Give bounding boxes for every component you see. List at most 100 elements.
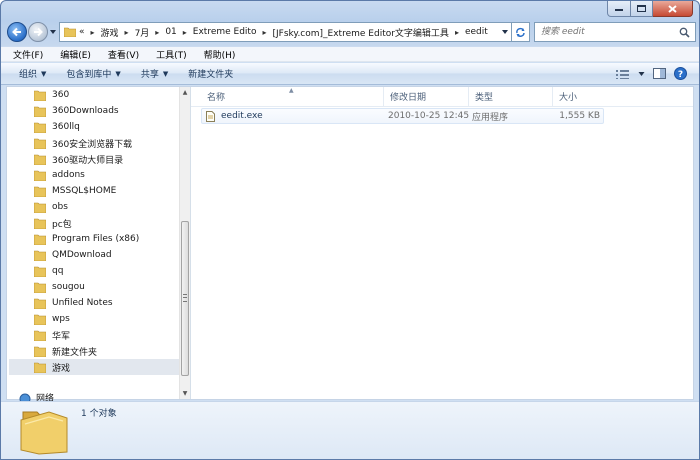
folder-icon <box>34 202 46 213</box>
sort-ascending-icon: ▲ <box>289 87 294 94</box>
help-icon[interactable]: ? <box>674 67 687 80</box>
tree-item[interactable]: 新建文件夹 <box>9 343 179 359</box>
new-folder-button[interactable]: 新建文件夹 <box>188 67 233 80</box>
tree-item-label: MSSQL$HOME <box>52 186 117 196</box>
breadcrumb-separator[interactable]: ▸ <box>455 28 459 37</box>
tree-item-label: 360驱动大师目录 <box>52 155 124 166</box>
tree-item-label: 游戏 <box>52 363 71 374</box>
command-bar-right: ? <box>608 67 687 80</box>
include-in-library-button[interactable]: 包含到库中 ▼ <box>66 67 120 81</box>
svg-text:?: ? <box>678 70 683 80</box>
maximize-button[interactable] <box>631 1 653 17</box>
breadcrumb-separator[interactable]: ▸ <box>262 28 266 37</box>
caption-buttons <box>607 1 693 17</box>
minimize-button[interactable] <box>607 1 631 17</box>
tree-item-selected[interactable]: 游戏 <box>9 359 179 375</box>
tree-item[interactable]: addons <box>9 167 179 183</box>
menu-view[interactable]: 查看(V) <box>108 48 139 61</box>
breadcrumb-separator[interactable]: ▸ <box>91 28 95 37</box>
tree-item[interactable]: MSSQL$HOME <box>9 183 179 199</box>
preview-pane-icon[interactable] <box>653 68 666 79</box>
breadcrumb-separator[interactable]: ▸ <box>125 28 129 37</box>
scroll-down-icon[interactable]: ▼ <box>180 388 190 399</box>
tree-item[interactable]: 360安全浏览器下载 <box>9 135 179 151</box>
tree-item-label: qq <box>52 266 64 276</box>
menu-file[interactable]: 文件(F) <box>13 48 43 61</box>
nav-scrollbar[interactable]: ▲ ▼ <box>179 87 190 399</box>
file-modified: 2010-10-25 12:45 <box>388 111 470 121</box>
view-options-icon[interactable] <box>616 69 630 79</box>
folder-icon <box>34 250 46 261</box>
search-input[interactable] <box>539 26 673 38</box>
tree-item[interactable]: qq <box>9 263 179 279</box>
tree-item-label: pc包 <box>52 219 72 230</box>
recent-pages-dropdown-icon[interactable] <box>49 28 57 36</box>
tree-item[interactable]: obs <box>9 199 179 215</box>
breadcrumb-item[interactable]: eedit <box>465 27 488 37</box>
breadcrumb-separator[interactable]: ▸ <box>155 28 159 37</box>
folder-icon <box>34 314 46 325</box>
tree-item[interactable]: QMDownload <box>9 247 179 263</box>
address-bar[interactable]: « ▸ 游戏 ▸ 7月 ▸ 01 ▸ Extreme Edito ▸ [JFsk… <box>59 22 512 42</box>
view-dropdown-icon[interactable] <box>638 71 645 77</box>
tree-item[interactable]: 360Downloads <box>9 103 179 119</box>
column-type[interactable]: 类型 <box>469 87 553 106</box>
application-file-icon <box>206 110 215 122</box>
details-pane: 1 个对象 <box>1 401 699 459</box>
menu-tools[interactable]: 工具(T) <box>156 48 187 61</box>
scroll-up-icon[interactable]: ▲ <box>180 87 190 98</box>
tree-item[interactable]: 360 <box>9 87 179 103</box>
menu-help[interactable]: 帮助(H) <box>204 48 236 61</box>
column-size[interactable]: 大小 <box>553 87 613 106</box>
breadcrumb-overflow[interactable]: « <box>79 27 85 37</box>
minimize-icon <box>615 8 623 11</box>
tree-item-label: Program Files (x86) <box>52 234 140 244</box>
chevron-down-icon: ▼ <box>162 69 169 78</box>
main-area: 360 360Downloads 360llq 360安全浏览器下载 360驱动… <box>6 86 694 400</box>
column-name-label: 名称 <box>207 93 226 103</box>
file-row[interactable]: eedit.exe 2010-10-25 12:45 应用程序 1,555 KB <box>201 108 604 124</box>
breadcrumb-item[interactable]: 游戏 <box>101 26 119 39</box>
tree-item[interactable]: Program Files (x86) <box>9 231 179 247</box>
back-button[interactable] <box>7 22 27 42</box>
chevron-down-icon: ▼ <box>41 69 47 78</box>
navigation-bar: « ▸ 游戏 ▸ 7月 ▸ 01 ▸ Extreme Edito ▸ [JFsk… <box>7 22 696 44</box>
organize-button[interactable]: 组织 ▼ <box>19 67 47 81</box>
breadcrumb-item[interactable]: Extreme Edito <box>193 27 257 37</box>
column-modified[interactable]: 修改日期 <box>384 87 469 106</box>
tree-item[interactable]: 华军 <box>9 327 179 343</box>
scroll-thumb[interactable] <box>181 221 189 376</box>
forward-button[interactable] <box>28 22 48 42</box>
tree-item[interactable]: sougou <box>9 279 179 295</box>
file-size: 1,555 KB <box>559 111 600 121</box>
menu-edit[interactable]: 编辑(E) <box>60 48 91 61</box>
share-button[interactable]: 共享 ▼ <box>141 67 169 81</box>
tree-item[interactable]: Unfiled Notes <box>9 295 179 311</box>
tree-item[interactable]: 360llq <box>9 119 179 135</box>
file-name: eedit.exe <box>221 111 263 121</box>
folder-icon <box>34 234 46 245</box>
folder-icon <box>34 298 46 309</box>
breadcrumb-separator[interactable]: ▸ <box>183 28 187 37</box>
file-name-cell: eedit.exe <box>206 109 263 123</box>
menu-bar: 文件(F) 编辑(E) 查看(V) 工具(T) 帮助(H) <box>1 47 699 62</box>
maximize-icon <box>637 5 646 12</box>
breadcrumb-item[interactable]: 01 <box>165 27 176 37</box>
folder-icon <box>34 346 46 357</box>
tree-item[interactable]: 360驱动大师目录 <box>9 151 179 167</box>
navigation-pane: 360 360Downloads 360llq 360安全浏览器下载 360驱动… <box>7 87 191 399</box>
breadcrumb-item[interactable]: 7月 <box>135 26 150 39</box>
tree-item-label: Unfiled Notes <box>52 298 113 308</box>
folder-icon <box>20 411 68 455</box>
search-box[interactable] <box>534 22 696 42</box>
file-type: 应用程序 <box>472 112 509 123</box>
search-icon[interactable] <box>679 27 690 38</box>
refresh-button[interactable] <box>512 22 530 42</box>
tree-item[interactable]: pc包 <box>9 215 179 231</box>
close-button[interactable] <box>653 1 693 17</box>
breadcrumb: « ▸ 游戏 ▸ 7月 ▸ 01 ▸ Extreme Edito ▸ [JFsk… <box>79 26 488 39</box>
breadcrumb-item[interactable]: [JFsky.com]_Extreme Editor文字编辑工具 <box>272 26 448 39</box>
address-dropdown-icon[interactable] <box>501 29 509 35</box>
folder-icon <box>34 186 46 197</box>
tree-item[interactable]: wps <box>9 311 179 327</box>
